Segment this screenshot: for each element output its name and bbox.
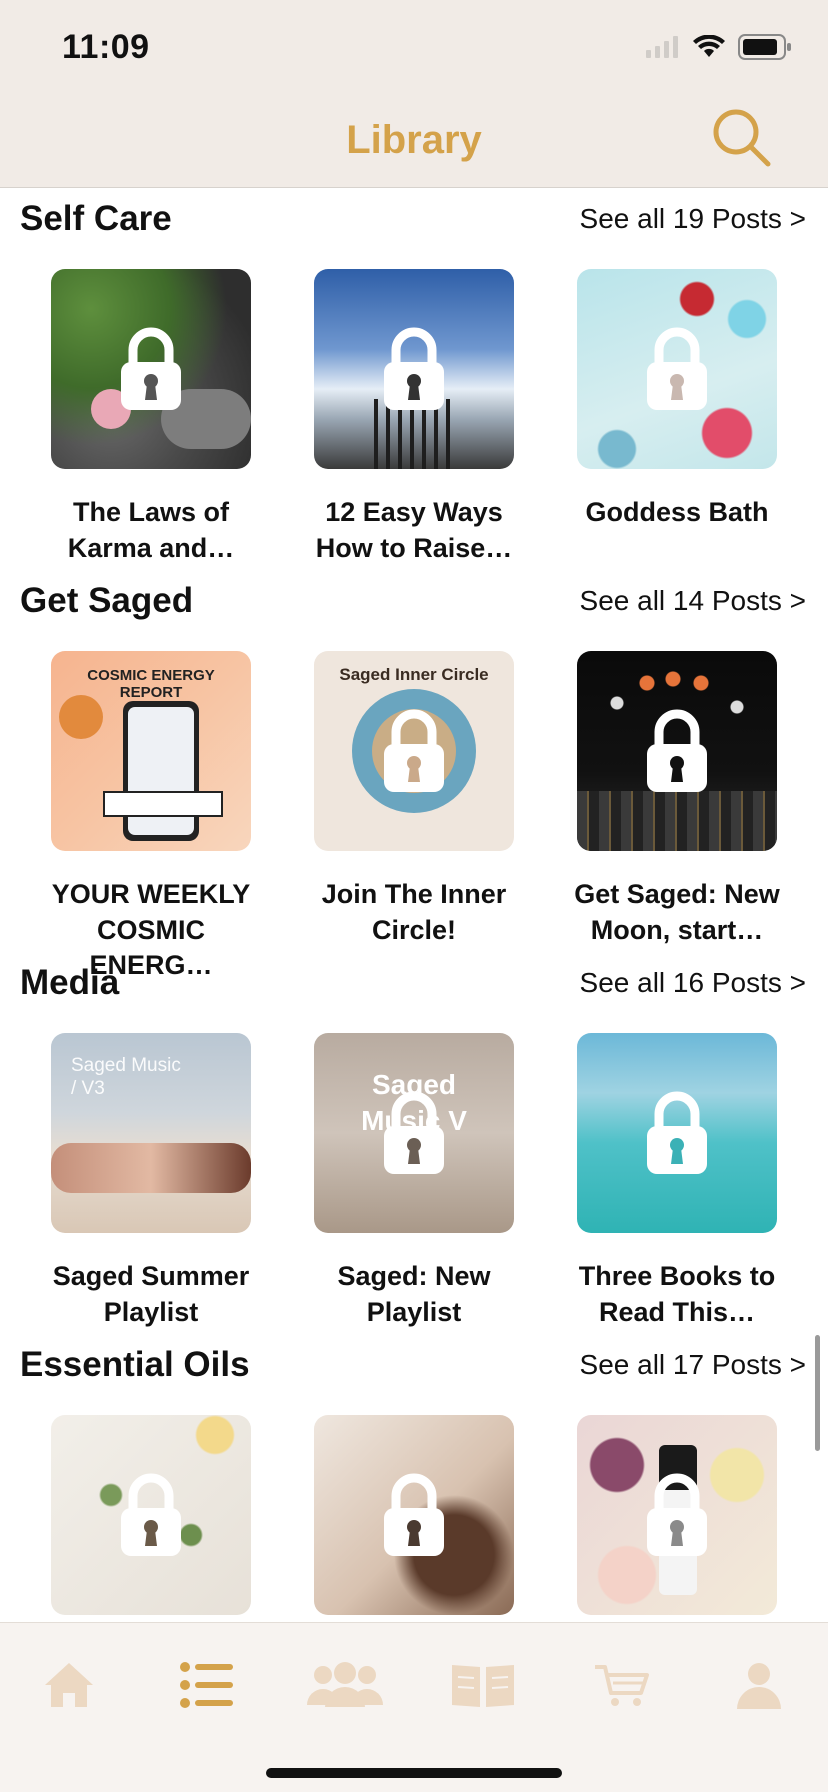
page-title: Library bbox=[346, 118, 482, 162]
tab-community[interactable] bbox=[300, 1653, 390, 1717]
post-thumbnail bbox=[577, 651, 777, 851]
search-icon bbox=[713, 109, 771, 167]
library-content[interactable]: Self Care See all 19 Posts > The Laws of… bbox=[0, 189, 828, 1622]
section-title: Get Saged bbox=[20, 581, 194, 620]
post-card[interactable]: Saged Music V Saged: New Playlist bbox=[314, 1033, 514, 1330]
post-thumbnail bbox=[314, 269, 514, 469]
section-essential-oils: Essential Oils See all 17 Posts > bbox=[0, 1335, 828, 1622]
see-all-link[interactable]: See all 14 Posts > bbox=[580, 585, 806, 617]
post-thumbnail bbox=[577, 1415, 777, 1615]
tab-shop[interactable] bbox=[576, 1653, 666, 1717]
post-thumbnail bbox=[51, 1415, 251, 1615]
lock-icon bbox=[647, 709, 707, 792]
post-thumbnail: Saged Music V bbox=[314, 1033, 514, 1233]
post-title: Three Books to Read This… bbox=[578, 1261, 776, 1327]
people-icon bbox=[307, 1662, 383, 1707]
post-card[interactable]: The Laws of Karma and… bbox=[51, 269, 251, 566]
thumbnail-text: Saged Music / V3 bbox=[71, 1055, 181, 1099]
tab-bar bbox=[0, 1622, 828, 1792]
lock-icon bbox=[121, 1473, 181, 1556]
cart-icon bbox=[595, 1665, 649, 1706]
section-get-saged: Get Saged See all 14 Posts > COSMIC ENER… bbox=[0, 571, 828, 980]
lock-icon bbox=[384, 709, 444, 792]
lock-icon bbox=[647, 327, 707, 410]
post-title: Saged Summer Playlist bbox=[52, 1261, 250, 1327]
post-title: Join The Inner Circle! bbox=[321, 879, 507, 945]
post-title: Get Saged: New Moon, start… bbox=[574, 879, 780, 945]
section-title: Essential Oils bbox=[20, 1345, 250, 1384]
post-card[interactable]: COSMIC ENERGY REPORT YOUR WEEKLY COSMIC … bbox=[51, 651, 251, 984]
lock-icon bbox=[384, 1091, 444, 1174]
post-thumbnail bbox=[577, 1033, 777, 1233]
post-thumbnail bbox=[51, 269, 251, 469]
post-card[interactable]: Goddess Bath bbox=[577, 269, 777, 531]
post-thumbnail bbox=[577, 269, 777, 469]
wifi-icon bbox=[693, 35, 725, 57]
tab-profile[interactable] bbox=[714, 1653, 804, 1717]
post-title: 12 Easy Ways How to Raise… bbox=[315, 497, 513, 563]
lock-icon bbox=[121, 327, 181, 410]
post-title: Goddess Bath bbox=[585, 497, 769, 527]
tab-home[interactable] bbox=[24, 1653, 114, 1717]
tab-courses[interactable] bbox=[438, 1653, 528, 1717]
home-indicator bbox=[266, 1768, 562, 1778]
post-thumbnail: Saged Music / V3 bbox=[51, 1033, 251, 1233]
book-icon bbox=[452, 1665, 514, 1707]
battery-icon bbox=[738, 34, 791, 60]
post-card[interactable]: Get Saged: New Moon, start… bbox=[574, 651, 780, 948]
post-card[interactable]: Saged Music / V3 Saged Summer Playlist bbox=[51, 1033, 251, 1330]
see-all-link[interactable]: See all 17 Posts > bbox=[580, 1349, 806, 1381]
post-card[interactable]: Saged Inner Circle Join The Inner Circle… bbox=[314, 651, 514, 948]
list-icon bbox=[180, 1662, 233, 1708]
section-title: Media bbox=[20, 963, 120, 1002]
signal-icon bbox=[646, 36, 678, 58]
home-icon bbox=[45, 1663, 93, 1707]
post-card[interactable]: 12 Easy Ways How to Raise… bbox=[314, 269, 514, 566]
post-title: The Laws of Karma and… bbox=[67, 497, 235, 563]
lock-icon bbox=[647, 1473, 707, 1556]
post-thumbnail: COSMIC ENERGY REPORT bbox=[51, 651, 251, 851]
post-card[interactable]: Three Books to Read This… bbox=[577, 1033, 777, 1330]
lock-icon bbox=[384, 327, 444, 410]
nav-bar: Library bbox=[0, 92, 828, 188]
see-all-link[interactable]: See all 19 Posts > bbox=[580, 203, 806, 235]
lock-icon bbox=[647, 1091, 707, 1174]
post-title: Saged: New Playlist bbox=[337, 1261, 491, 1327]
section-title: Self Care bbox=[20, 199, 172, 238]
section-self-care: Self Care See all 19 Posts > The Laws of… bbox=[0, 189, 828, 571]
post-card[interactable] bbox=[314, 1415, 514, 1622]
status-bar: 11:09 bbox=[0, 0, 828, 92]
lock-icon bbox=[384, 1473, 444, 1556]
post-card[interactable] bbox=[51, 1415, 251, 1622]
post-thumbnail bbox=[314, 1415, 514, 1615]
post-card[interactable] bbox=[577, 1415, 777, 1622]
status-time: 11:09 bbox=[62, 28, 150, 66]
tab-library[interactable] bbox=[162, 1653, 252, 1717]
person-icon bbox=[737, 1663, 781, 1709]
status-icons bbox=[646, 34, 792, 60]
thumbnail-text: Saged Inner Circle bbox=[339, 665, 489, 684]
section-media: Media See all 16 Posts > Saged Music / V… bbox=[0, 953, 828, 1335]
scroll-indicator[interactable] bbox=[815, 1335, 820, 1451]
see-all-link[interactable]: See all 16 Posts > bbox=[580, 967, 806, 999]
search-button[interactable] bbox=[710, 106, 774, 170]
post-thumbnail: Saged Inner Circle bbox=[314, 651, 514, 851]
